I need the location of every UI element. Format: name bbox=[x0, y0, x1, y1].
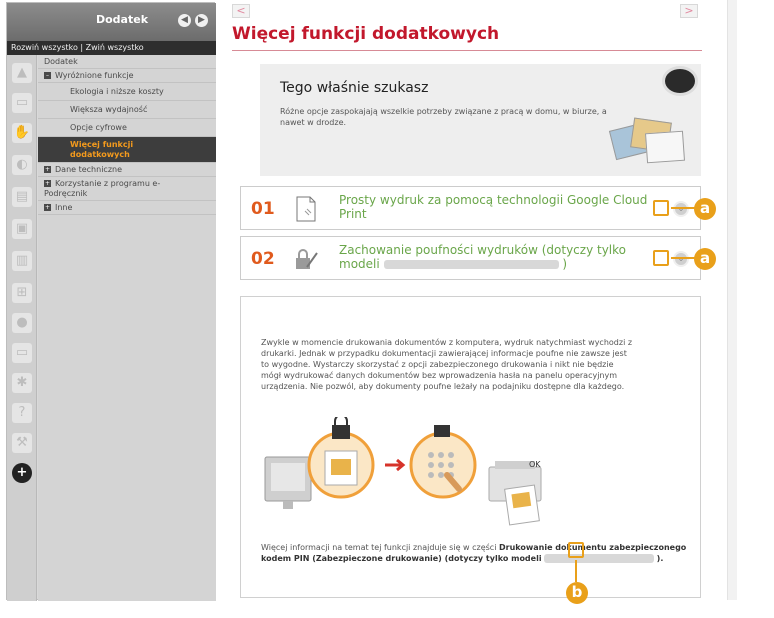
sidebar-header: Dodatek ◀ ▶ bbox=[7, 3, 216, 41]
documents-image bbox=[608, 116, 686, 168]
tree-item-label: Dane techniczne bbox=[55, 165, 123, 174]
tree-item[interactable]: Dodatek bbox=[38, 55, 216, 69]
lock-icon[interactable]: ● bbox=[12, 313, 32, 333]
tree-item-label: Większa wydajność bbox=[70, 105, 148, 114]
detail-panel: Zwykle w momencie drukowania dokumentów … bbox=[240, 296, 701, 598]
sidebar: Dodatek ◀ ▶ Rozwiń wszystko | Zwiń wszys… bbox=[6, 2, 216, 601]
redacted-model-names bbox=[383, 260, 559, 269]
feature-link-end: ) bbox=[562, 257, 568, 271]
tree-item[interactable]: + Inne bbox=[38, 201, 216, 215]
redacted-model-names bbox=[544, 554, 655, 563]
callout-b-badge: b bbox=[566, 582, 588, 604]
callout-ring bbox=[653, 250, 669, 266]
sidebar-title: Dodatek bbox=[95, 13, 149, 26]
page-title: Więcej funkcji dodatkowych bbox=[232, 24, 500, 44]
title-divider bbox=[232, 50, 702, 51]
wrench-icon[interactable]: ⚒ bbox=[12, 433, 32, 453]
callout-line bbox=[671, 207, 695, 209]
warning-icon[interactable]: ▲ bbox=[12, 63, 32, 83]
sidebar-next-icon[interactable]: ▶ bbox=[195, 14, 208, 27]
tree-item[interactable]: + Dane techniczne bbox=[38, 163, 216, 177]
tree-item-label: Dodatek bbox=[44, 57, 78, 66]
callout-a-badge: a bbox=[694, 198, 716, 220]
printer-icon[interactable]: ▭ bbox=[12, 93, 32, 113]
tree-item[interactable]: Ekologia i niższe koszty bbox=[38, 83, 216, 101]
scrollbar[interactable] bbox=[727, 0, 737, 600]
network-icon[interactable]: ⊞ bbox=[12, 283, 32, 303]
prev-page-button[interactable]: < bbox=[232, 4, 250, 18]
feature-number: 02 bbox=[251, 249, 275, 269]
callout-a-badge: a bbox=[694, 248, 716, 270]
tree-item-selected[interactable]: Więcej funkcji dodatkowych bbox=[38, 137, 216, 163]
next-page-button[interactable]: > bbox=[680, 4, 698, 18]
help-icon[interactable]: ? bbox=[12, 403, 32, 423]
tree-item[interactable]: – Wyróżnione funkcje bbox=[38, 69, 216, 83]
chevron-down-icon[interactable]: ⌄ bbox=[673, 251, 689, 267]
main-content: < > Więcej funkcji dodatkowych Tego właś… bbox=[222, 0, 722, 600]
hero-banner: Tego właśnie szukasz Różne opcje zaspoka… bbox=[260, 64, 701, 176]
footer-link-end: ). bbox=[656, 554, 664, 563]
callout-line bbox=[671, 257, 695, 259]
callout-ring bbox=[653, 200, 669, 216]
collapse-icon[interactable]: – bbox=[44, 72, 51, 79]
feature-item[interactable]: 01 Prosty wydruk za pomocą technologii G… bbox=[240, 186, 701, 230]
tree-item[interactable]: Opcje cyfrowe bbox=[38, 119, 216, 137]
expand-icon[interactable]: + bbox=[44, 180, 51, 187]
callout-line bbox=[575, 560, 577, 582]
hero-heading: Tego właśnie szukasz bbox=[280, 80, 429, 96]
fax-icon[interactable]: ◐ bbox=[12, 155, 32, 175]
detail-body: Zwykle w momencie drukowania dokumentów … bbox=[261, 338, 633, 391]
feature-link[interactable]: Prosty wydruk za pomocą technologii Goog… bbox=[339, 193, 649, 221]
callout-ring bbox=[568, 542, 584, 558]
footer-intro-text: Więcej informacji na temat tej funkcji z… bbox=[261, 543, 497, 552]
hand-icon[interactable]: ✋ bbox=[12, 123, 32, 143]
copier-icon[interactable]: ▣ bbox=[12, 219, 32, 239]
feature-number: 01 bbox=[251, 199, 275, 219]
tree-item-label: Wyróżnione funkcje bbox=[55, 71, 134, 80]
tree-item-label: Ekologia i niższe koszty bbox=[70, 87, 164, 96]
tree-item-label: Korzystanie z programu e-Podręcznik bbox=[44, 179, 161, 198]
feature-link[interactable]: Zachowanie poufności wydruków (dotyczy t… bbox=[339, 243, 649, 271]
detail-footer: Więcej informacji na temat tej funkcji z… bbox=[261, 542, 691, 564]
feature-item[interactable]: 02 Zachowanie poufności wydruków (dotycz… bbox=[240, 236, 701, 280]
coffee-cup-image bbox=[662, 66, 698, 96]
tree-item-label: Opcje cyfrowe bbox=[70, 123, 127, 132]
tree-item[interactable]: Większa wydajność bbox=[38, 101, 216, 119]
ok-label: OK bbox=[529, 460, 541, 469]
hero-description: Różne opcje zaspokajają wszelkie potrzeb… bbox=[280, 107, 607, 127]
expand-icon[interactable]: + bbox=[44, 166, 51, 173]
device-icon[interactable]: ▥ bbox=[12, 251, 32, 271]
plus-icon[interactable]: + bbox=[12, 463, 32, 483]
monitor-icon[interactable]: ▭ bbox=[12, 343, 32, 363]
tree-item-label: Inne bbox=[55, 203, 73, 212]
expand-icon[interactable]: + bbox=[44, 204, 51, 211]
secure-print-illustration bbox=[264, 417, 542, 526]
expand-collapse-all[interactable]: Rozwiń wszystko | Zwiń wszystko bbox=[7, 41, 216, 55]
sidebar-prev-icon[interactable]: ◀ bbox=[178, 14, 191, 27]
settings-icon[interactable]: ✱ bbox=[12, 373, 32, 393]
document-icon bbox=[296, 196, 316, 222]
scanner-icon[interactable]: ▤ bbox=[12, 187, 32, 207]
tree-item[interactable]: + Korzystanie z programu e-Podręcznik bbox=[38, 177, 216, 201]
sidebar-icon-rail: ▲ ▭ ✋ ◐ ▤ ▣ ▥ ⊞ ● ▭ ✱ ? ⚒ + bbox=[7, 55, 37, 601]
tree-item-label: Więcej funkcji dodatkowych bbox=[70, 140, 134, 159]
chevron-down-icon[interactable]: ⌄ bbox=[673, 201, 689, 217]
lock-pen-icon bbox=[296, 249, 318, 269]
sidebar-tree: Dodatek – Wyróżnione funkcje Ekologia i n… bbox=[38, 55, 216, 601]
